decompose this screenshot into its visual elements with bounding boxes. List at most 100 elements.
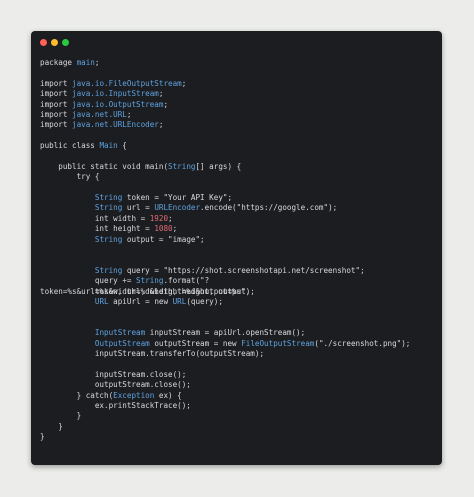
code-line: URL apiUrl = new URL(query); [40, 297, 442, 307]
code-token: ; [200, 234, 205, 244]
code-token: 1080 [154, 224, 173, 234]
code-line: } catch(Exception ex) { [40, 391, 442, 401]
code-token: main [76, 58, 95, 67]
code-line: } [40, 422, 442, 432]
code-token: ; [158, 120, 164, 130]
code-line: int height = 1080; [40, 224, 442, 234]
code-token: "Your API Key" [163, 193, 228, 203]
minimize-dot-icon[interactable] [51, 39, 58, 46]
code-token: java.net.URL [72, 109, 127, 119]
code-token: String [168, 161, 196, 171]
code-token: import [40, 99, 73, 109]
code-line: import java.net.URLEncoder; [40, 120, 442, 130]
code-line: import java.io.FileOutputStream; [40, 79, 442, 89]
code-token: inputStream.transferTo(outputStream); [40, 348, 265, 358]
code-token: InputStream [94, 328, 146, 338]
code-line: token=%s&url=%s&width=%d&height=%d&outpu… [40, 287, 442, 297]
maximize-dot-icon[interactable] [62, 39, 69, 46]
code-token: apiUrl = [108, 296, 155, 306]
code-token: } [40, 411, 82, 421]
code-line: import java.net.URL; [40, 110, 442, 120]
code-token: public static void [40, 161, 146, 171]
code-line: int width = 1920; [40, 214, 442, 224]
code-line-overlap: token, url, width, height, output); [40, 287, 255, 297]
code-line: String url = URLEncoder.encode("https://… [40, 203, 442, 213]
code-token: Main [99, 141, 118, 151]
code-token: ); [328, 203, 338, 213]
code-token: import [40, 89, 73, 99]
code-token: ; [163, 99, 169, 109]
code-block: package main; import java.io.FileOutputSt… [40, 58, 442, 442]
code-token: ; [158, 89, 164, 99]
close-dot-icon[interactable] [40, 39, 47, 46]
code-token: 1920 [149, 213, 169, 223]
code-token: catch [85, 390, 109, 400]
code-token: String [94, 265, 123, 275]
code-token: { [94, 172, 100, 182]
code-token: "image" [168, 234, 201, 244]
code-line: inputStream.transferTo(outputStream); [40, 349, 442, 359]
code-line: try { [40, 172, 442, 182]
code-line: package main; [40, 58, 442, 68]
code-token: token = [122, 193, 164, 203]
code-token: output = [122, 234, 169, 244]
code-token: URL [172, 296, 187, 306]
code-token: String [94, 234, 123, 244]
code-line: outputStream.close(); [40, 380, 442, 390]
code-token: String [136, 276, 164, 286]
code-token: main [145, 161, 164, 171]
code-token: height = [113, 224, 155, 234]
code-token: inputStream = apiUrl.openStream(); [145, 328, 306, 338]
code-token: ; [94, 58, 100, 67]
code-line: public class Main { [40, 141, 442, 151]
code-line: } [40, 432, 442, 442]
code-token: "https://shot.screenshotapi.net/screensh… [163, 265, 361, 275]
code-token: import [40, 78, 73, 88]
code-line: String output = "image"; [40, 235, 442, 245]
code-token: "https://google.com" [236, 203, 329, 213]
code-token: } [40, 432, 45, 442]
code-token: "./screenshot.png" [318, 338, 402, 348]
code-token: int [40, 224, 114, 234]
code-token: [] args) { [195, 161, 242, 171]
code-token: java.io.InputStream [72, 89, 159, 99]
code-token: (query); [186, 296, 223, 306]
code-token: url = [122, 203, 155, 213]
code-token: } [40, 390, 86, 400]
code-token: ; [227, 193, 233, 203]
code-token: { [117, 141, 127, 151]
code-token: URLEncoder [154, 203, 201, 213]
code-token: ex) { [154, 390, 182, 400]
code-token: width = [113, 213, 150, 223]
code-token: ; [172, 224, 178, 234]
code-token: java.io.FileOutputStream [72, 78, 182, 88]
code-token: query += [40, 276, 137, 286]
code-token: "? [200, 276, 210, 286]
code-token: ex.printStackTrace(); [40, 400, 191, 410]
code-token: URL [94, 296, 109, 306]
code-token: } [40, 421, 63, 431]
code-token: FileOutputStream [241, 338, 315, 348]
code-token: .encode( [200, 203, 237, 213]
code-token: String [94, 193, 123, 203]
code-token: package [40, 58, 77, 67]
code-token: ; [126, 109, 132, 119]
code-token: public class [40, 141, 100, 151]
code-token: int [40, 213, 114, 223]
code-token: Exception [113, 390, 155, 400]
code-token: try [40, 172, 95, 182]
code-line: import java.io.InputStream; [40, 89, 442, 99]
code-token: java.net.URLEncoder [72, 120, 159, 130]
code-token: ; [360, 265, 365, 275]
